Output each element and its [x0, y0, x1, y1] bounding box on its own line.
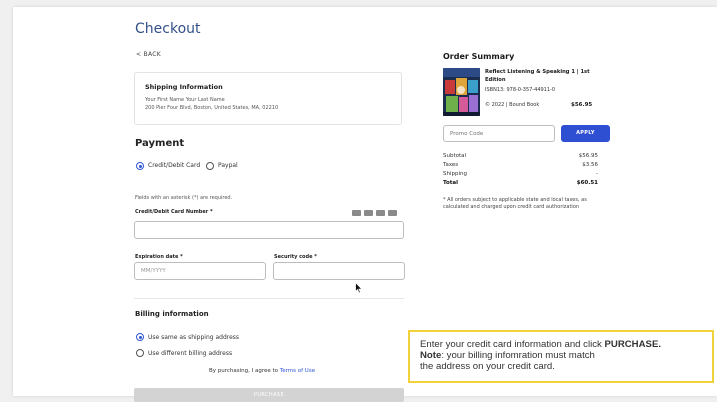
order-summary-heading: Order Summary	[443, 52, 515, 61]
same-address-radio[interactable]	[136, 333, 144, 341]
billing-heading: Billing information	[135, 310, 209, 318]
book-title: Reflect Listening & Speaking 1 | 1st Edi…	[485, 69, 590, 83]
paypal-radio[interactable]	[206, 162, 214, 170]
total-label: Total	[443, 180, 459, 186]
different-address-radio[interactable]	[136, 349, 144, 357]
card-number-input[interactable]	[134, 221, 404, 239]
tooltip-line-2-text: : your billing infomration must match	[441, 350, 595, 361]
taxes-label: Taxes	[443, 162, 459, 168]
tooltip-purchase-emphasis: PURCHASE.	[604, 339, 662, 350]
back-link[interactable]: < BACK	[136, 51, 161, 58]
shipping-address: 200 Pier Four Blvd, Boston, United State…	[145, 105, 279, 111]
tooltip-line-3: the address on your credit card.	[420, 361, 555, 372]
total-value: $60.51	[576, 180, 598, 186]
taxes-value: $3.56	[582, 162, 598, 168]
credit-card-label[interactable]: Credit/Debit Card	[148, 162, 200, 169]
instruction-tooltip: Enter your credit card information and c…	[408, 330, 714, 383]
purchase-button[interactable]: PURCHASE	[134, 388, 404, 402]
tooltip-line-1-text: Enter your credit card information and c…	[420, 339, 605, 350]
required-fields-note: Fields with an asterisk (*) are required…	[135, 195, 233, 201]
shipping-cost-label: Shipping	[443, 171, 467, 177]
book-cover-image	[443, 68, 480, 116]
shipping-name: Your First Name Your Last Name	[145, 97, 225, 103]
different-address-label[interactable]: Use different billing address	[148, 350, 232, 357]
section-divider	[134, 298, 404, 299]
shipping-info-card: Shipping Information Your First Name You…	[134, 72, 402, 125]
visa-icon	[352, 210, 361, 216]
tax-disclaimer: * All orders subject to applicable state…	[443, 197, 587, 210]
tooltip-line-1: Enter your credit card information and c…	[420, 339, 702, 350]
security-code-label: Security code *	[274, 254, 317, 260]
terms-agreement: By purchasing, I agree to Terms of Use	[209, 368, 315, 374]
mouse-pointer-icon	[355, 279, 363, 298]
book-price: $56.95	[571, 102, 593, 108]
amex-icon	[376, 210, 385, 216]
promo-code-input[interactable]	[443, 125, 555, 142]
security-code-input[interactable]	[273, 262, 405, 280]
page-title: Checkout	[135, 21, 201, 37]
book-format: © 2022 | Bound Book	[485, 102, 540, 108]
book-isbn: ISBN13: 978-0-357-44911-0	[485, 87, 556, 93]
mastercard-icon	[364, 210, 373, 216]
tooltip-note-emphasis: Note	[420, 350, 442, 361]
expiration-input[interactable]: MM/YYYY	[134, 262, 266, 280]
discover-icon	[388, 210, 397, 216]
apply-promo-button[interactable]: APPLY	[561, 125, 610, 142]
shipping-heading: Shipping Information	[145, 83, 223, 91]
terms-prefix: By purchasing, I agree to	[209, 368, 279, 374]
expiration-label: Expiration date *	[135, 254, 183, 260]
same-address-label[interactable]: Use same as shipping address	[148, 334, 239, 341]
shipping-cost-value: -	[596, 171, 598, 177]
paypal-label[interactable]: Paypal	[218, 162, 238, 169]
subtotal-value: $56.95	[578, 153, 598, 159]
tooltip-line-2: Note: your billing infomration must matc…	[420, 350, 702, 361]
payment-heading: Payment	[135, 138, 185, 149]
card-number-label: Credit/Debit Card Number *	[135, 209, 213, 215]
subtotal-label: Subtotal	[443, 153, 467, 159]
checkout-page: Checkout < BACK Shipping Information You…	[13, 7, 717, 402]
credit-card-radio[interactable]	[136, 162, 144, 170]
terms-of-use-link[interactable]: Terms of Use	[280, 368, 315, 374]
